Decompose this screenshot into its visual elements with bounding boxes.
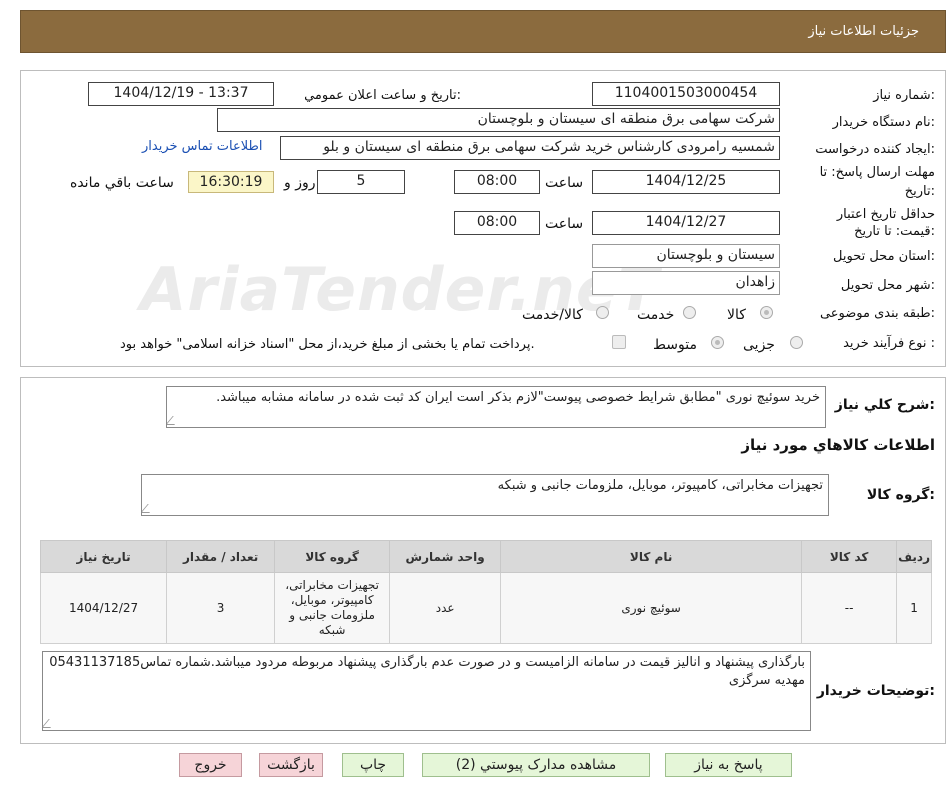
need-number-field: 1104001503000454	[592, 82, 780, 106]
payment-note: پرداخت تمام یا بخشی از مبلغ خرید،از محل …	[120, 337, 535, 352]
col-row-number: ردیف	[896, 540, 932, 573]
process-radio-medium[interactable]	[711, 336, 724, 349]
creator-field: شمسیه رامرودی کارشناس خرید شرکت سهامی بر…	[280, 136, 780, 160]
creator-label: ایجاد کننده درخواست:	[815, 142, 935, 157]
validity-label: حداقل تاریخ اعتبار	[836, 207, 935, 222]
buyer-contact-link[interactable]: اطلاعات تماس خریدار	[142, 139, 262, 154]
buyer-org-field: شرکت سهامی برق منطقه ای سیستان و بلوچستا…	[217, 108, 780, 132]
col-need-date: تاریخ نیاز	[39, 540, 168, 573]
col-unit: واحد شمارش	[389, 540, 502, 573]
reply-button[interactable]: پاسخ به نیاز	[665, 753, 792, 777]
exit-button[interactable]: خروج	[179, 753, 242, 777]
process-option-minor: جزیی	[743, 337, 775, 353]
cell-item-group: تجهیزات مخابراتی، کامپیوتر، موبایل، ملزو…	[274, 572, 391, 644]
province-field: سیستان و بلوچستان	[592, 244, 780, 268]
validity-time-field: 08:00	[454, 211, 540, 235]
reply-date-field: 1404/12/25	[592, 170, 780, 194]
summary-label: شرح کلي نیاز:	[834, 397, 935, 413]
summary-textarea[interactable]: خرید سوئیچ نوری "مطابق شرایط خصوصی پیوست…	[166, 386, 826, 428]
col-quantity: تعداد / مقدار	[166, 540, 276, 573]
category-label: طبقه بندی موضوعی:	[819, 306, 935, 321]
city-label: شهر محل تحویل:	[840, 278, 935, 293]
province-label: استان محل تحویل:	[833, 249, 935, 264]
items-table: ردیف کد کالا نام کالا واحد شمارش گروه کا…	[39, 540, 932, 644]
table-row: 1 -- سوئیچ نوری عدد تجهیزات مخابراتی، کا…	[39, 572, 932, 644]
remaining-time-field: 16:30:19	[188, 171, 274, 193]
process-radio-minor[interactable]	[790, 336, 803, 349]
city-field: زاهدان	[592, 271, 780, 295]
cell-quantity: 3	[166, 572, 276, 644]
view-attachments-button[interactable]: مشاهده مدارک پیوستي (2)	[422, 753, 650, 777]
items-section-title: اطلاعات کالاهاي مورد نیاز	[741, 436, 935, 454]
process-option-medium: متوسط	[653, 337, 697, 353]
days-label: روز و	[284, 175, 316, 191]
process-label: نوع فرآیند خرید :	[843, 336, 935, 351]
resize-grip-icon[interactable]	[167, 416, 182, 425]
treasury-payment-checkbox[interactable]	[612, 335, 626, 349]
validity-date-field: 1404/12/27	[592, 211, 780, 235]
cell-unit: عدد	[389, 572, 502, 644]
reply-time-label: ساعت	[545, 175, 584, 191]
col-item-group: گروه کالا	[274, 540, 391, 573]
buyer-notes-label: توضیحات خریدار:	[816, 683, 935, 699]
buyer-notes-textarea[interactable]: بارگذاری پیشنهاد و انالیز قیمت در سامانه…	[42, 651, 811, 731]
cell-item-name: سوئیچ نوری	[500, 572, 803, 644]
cell-need-date: 1404/12/27	[39, 572, 168, 644]
category-option-goods: کالا	[727, 307, 746, 323]
announce-field: 1404/12/19 - 13:37	[88, 82, 274, 106]
validity-label-2: قیمت: تا تاریخ:	[854, 224, 935, 239]
col-item-name: نام کالا	[500, 540, 803, 573]
reply-deadline-label: مهلت ارسال پاسخ: تا	[819, 165, 935, 180]
group-text: تجهیزات مخابراتی، کامپیوتر، موبایل، ملزو…	[497, 478, 823, 493]
validity-time-label: ساعت	[545, 216, 584, 232]
col-item-code: کد کالا	[801, 540, 898, 573]
need-number-label: شماره نیاز:	[873, 88, 935, 103]
buyer-org-label: نام دستگاه خریدار:	[832, 115, 935, 130]
category-radio-both[interactable]	[596, 306, 609, 319]
items-table-header: ردیف کد کالا نام کالا واحد شمارش گروه کا…	[39, 540, 932, 573]
resize-grip-icon[interactable]	[43, 719, 58, 728]
group-textarea[interactable]: تجهیزات مخابراتی، کامپیوتر، موبایل، ملزو…	[141, 474, 829, 516]
days-field: 5	[317, 170, 405, 194]
category-radio-service[interactable]	[683, 306, 696, 319]
reply-deadline-label-2: تاریخ:	[904, 184, 935, 199]
category-option-service: خدمت	[637, 307, 675, 323]
cell-item-code: --	[801, 572, 898, 644]
page-header: جزئیات اطلاعات نیاز	[20, 10, 946, 53]
summary-text: خرید سوئیچ نوری "مطابق شرایط خصوصی پیوست…	[216, 390, 820, 405]
category-option-both: کالا/خدمت	[522, 307, 583, 323]
remaining-label: ساعت باقي مانده	[70, 175, 174, 191]
page-title: جزئیات اطلاعات نیاز	[808, 24, 919, 39]
category-radio-goods[interactable]	[760, 306, 773, 319]
buyer-notes-text: بارگذاری پیشنهاد و انالیز قیمت در سامانه…	[49, 655, 805, 688]
cell-row-number: 1	[896, 572, 932, 644]
group-label: گروه کالا:	[866, 487, 935, 503]
back-button[interactable]: بازگشت	[259, 753, 323, 777]
resize-grip-icon[interactable]	[142, 504, 157, 513]
announce-label: تاریخ و ساعت اعلان عمومي:	[304, 88, 461, 103]
print-button[interactable]: چاپ	[342, 753, 404, 777]
reply-time-field: 08:00	[454, 170, 540, 194]
